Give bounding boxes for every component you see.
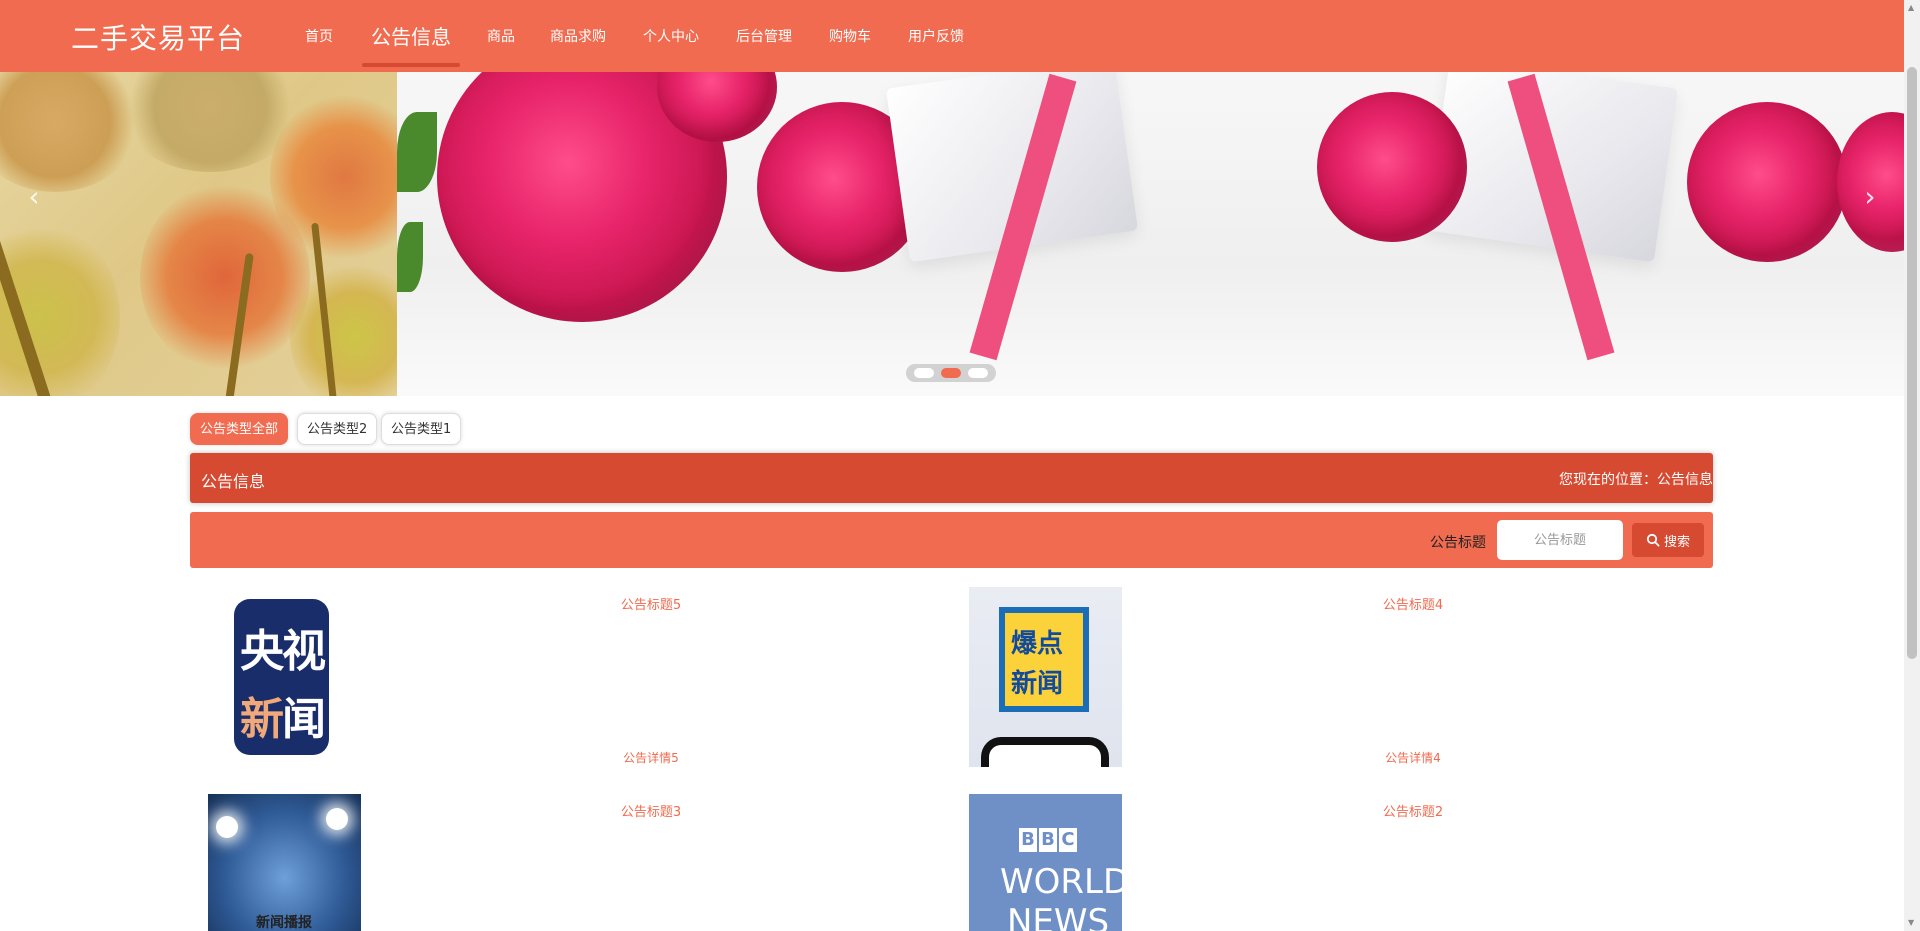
spotlight (216, 816, 238, 838)
top-navbar: 二手交易平台 首页 公告信息 商品 商品求购 个人中心 后台管理 购物车 用户反… (0, 0, 1904, 72)
rose (1687, 102, 1847, 262)
page: 二手交易平台 首页 公告信息 商品 商品求购 个人中心 后台管理 购物车 用户反… (0, 0, 1920, 931)
scroll-down-icon[interactable]: ▼ (1908, 918, 1914, 927)
search-button-label: 搜索 (1663, 534, 1690, 550)
burst-news-image: 爆点 新闻 (969, 587, 1122, 767)
search-label: 公告标题 (1430, 535, 1486, 551)
announcement-image-3[interactable]: 新闻播报 (208, 794, 361, 931)
page-scrollbar[interactable]: ▲ ▼ (1904, 0, 1920, 931)
breadcrumb: 您现在的位置：公告信息 (1559, 472, 1713, 488)
cctv-news-logo: 央 视 新 闻 (234, 599, 329, 755)
carousel-prev-icon[interactable]: ‹ (14, 177, 54, 217)
carousel-dot-2[interactable] (941, 368, 961, 378)
announcement-image-4[interactable]: B B C WORLD NEWS (969, 794, 1122, 931)
banner-carousel[interactable]: ‹ › (0, 72, 1904, 396)
carousel-next-icon[interactable]: › (1850, 177, 1890, 217)
nav-item-admin[interactable]: 后台管理 (736, 26, 792, 46)
announcement-detail-2: 公告详情4 (1385, 751, 1441, 765)
announcement-detail-1: 公告详情5 (623, 751, 679, 765)
news-broadcast-image: 新闻播报 (208, 794, 361, 931)
leaf (397, 112, 437, 192)
filter-type-all[interactable]: 公告类型全部 (190, 413, 289, 445)
nav-active-indicator (362, 63, 460, 67)
burst-news-badge: 爆点 新闻 (999, 607, 1089, 712)
nav-item-profile[interactable]: 个人中心 (643, 26, 699, 46)
search-bar: 公告标题 搜索 (190, 512, 1713, 568)
rose (1317, 92, 1467, 242)
search-icon (1646, 533, 1660, 547)
carousel-slide-trees (0, 72, 397, 396)
carousel-dot-1[interactable] (914, 368, 934, 378)
carousel-dot-3[interactable] (968, 368, 988, 378)
scroll-up-icon[interactable]: ▲ (1908, 3, 1914, 12)
nav-item-wanted[interactable]: 商品求购 (550, 26, 606, 46)
announcement-image-1[interactable]: 央 视 新 闻 (207, 587, 360, 767)
announcement-title-2[interactable]: 公告标题4 (1383, 594, 1443, 613)
nav-item-cart[interactable]: 购物车 (829, 26, 871, 46)
filter-type-1[interactable]: 公告类型1 (381, 413, 462, 445)
news-broadcast-caption: 新闻播报 (256, 915, 312, 931)
announcement-title-3[interactable]: 公告标题3 (621, 801, 681, 820)
carousel-slide-roses (397, 72, 1904, 396)
announcement-title-1[interactable]: 公告标题5 (621, 594, 681, 613)
leaf (397, 222, 423, 292)
announcement-image-2[interactable]: 爆点 新闻 (969, 587, 1122, 767)
filter-type-2[interactable]: 公告类型2 (297, 413, 378, 445)
spotlight (326, 808, 348, 830)
section-title-bar: 公告信息 您现在的位置：公告信息 (190, 453, 1713, 503)
phone-graphic (981, 737, 1109, 767)
nav-item-feedback[interactable]: 用户反馈 (908, 26, 964, 46)
nav-item-home[interactable]: 首页 (305, 26, 333, 46)
nav-item-announcements[interactable]: 公告信息 (371, 21, 451, 50)
tree-foliage (0, 72, 140, 192)
section-title: 公告信息 (201, 472, 266, 491)
search-input[interactable] (1497, 520, 1623, 560)
carousel-dots (906, 364, 996, 382)
nav-item-goods[interactable]: 商品 (487, 26, 515, 46)
announcement-title-4[interactable]: 公告标题2 (1383, 801, 1443, 820)
bbc-world-news-logo: B B C WORLD NEWS (969, 794, 1122, 931)
scroll-thumb[interactable] (1907, 67, 1917, 659)
site-brand[interactable]: 二手交易平台 (71, 17, 245, 57)
search-button[interactable]: 搜索 (1632, 523, 1704, 557)
